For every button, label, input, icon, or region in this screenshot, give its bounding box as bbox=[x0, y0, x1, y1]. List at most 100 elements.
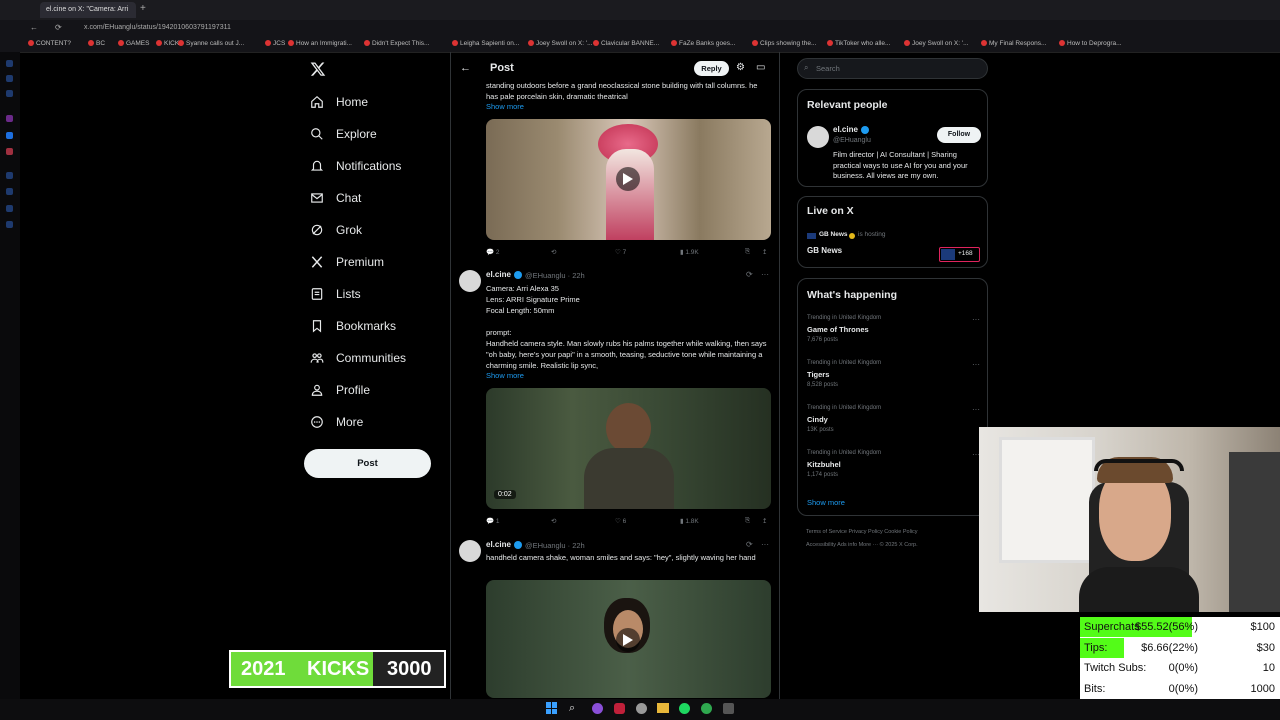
nav-item-lists[interactable]: Lists bbox=[310, 282, 361, 306]
back-icon[interactable]: ← bbox=[30, 23, 38, 32]
nav-item-notifications[interactable]: Notifications bbox=[310, 154, 401, 178]
footer-links[interactable]: Terms of Service Privacy Policy Cookie P… bbox=[806, 529, 918, 535]
post-button[interactable]: Post bbox=[304, 449, 431, 478]
like-icon[interactable]: ♡ 7 bbox=[615, 248, 626, 256]
like-icon[interactable]: ♡ 6 bbox=[615, 517, 626, 525]
bookmark-item[interactable]: Syanne calls out J... bbox=[178, 40, 244, 47]
repost-icon[interactable]: ⟲ bbox=[551, 248, 556, 256]
search-input[interactable]: Search bbox=[797, 58, 988, 79]
sidebar-icon[interactable] bbox=[6, 60, 13, 67]
app-icon[interactable] bbox=[636, 703, 647, 714]
share-icon[interactable]: ↥ bbox=[762, 517, 767, 525]
bookmark-icon[interactable]: ⎘ bbox=[745, 248, 750, 256]
trend-name[interactable]: Kitzbuhel bbox=[807, 460, 841, 469]
nav-item-chat[interactable]: Chat bbox=[310, 186, 361, 210]
nav-item-profile[interactable]: Profile bbox=[310, 378, 370, 402]
live-host[interactable]: GB News bbox=[819, 231, 848, 238]
sliders-icon[interactable]: ⚙ bbox=[736, 62, 745, 73]
sidebar-icon[interactable] bbox=[6, 221, 13, 228]
sidebar-icon[interactable] bbox=[6, 115, 13, 122]
bookmark-item[interactable]: Leigha Sapienti on... bbox=[452, 40, 519, 47]
trend-name[interactable]: Game of Thrones bbox=[807, 325, 869, 334]
xbox-icon[interactable] bbox=[701, 703, 712, 714]
play-icon[interactable] bbox=[616, 167, 640, 191]
bookmark-item[interactable]: TikToker who alle... bbox=[827, 40, 890, 47]
app-icon[interactable] bbox=[592, 703, 603, 714]
bookmark-icon[interactable]: ⎘ bbox=[745, 517, 750, 525]
show-more-link[interactable]: Show more bbox=[807, 498, 845, 507]
more-icon[interactable]: ··· bbox=[972, 360, 980, 369]
bookmark-item[interactable]: How an Immigrati... bbox=[288, 40, 352, 47]
bookmark-item[interactable]: Didn't Expect This... bbox=[364, 40, 429, 47]
user-handle[interactable]: @EHuanglu · 22h bbox=[525, 271, 585, 280]
nav-item-bookmarks[interactable]: Bookmarks bbox=[310, 314, 396, 338]
share-icon[interactable]: ↥ bbox=[762, 248, 767, 256]
bookmark-item[interactable]: GAMES bbox=[118, 40, 149, 47]
avatar[interactable] bbox=[807, 126, 829, 148]
show-more-link[interactable]: Show more bbox=[486, 102, 524, 111]
bookmark-item[interactable]: KICK bbox=[156, 40, 179, 47]
user-name[interactable]: el.cine bbox=[486, 270, 511, 279]
search-icon[interactable]: ⌕ bbox=[569, 702, 575, 715]
bookmark-item[interactable]: Joey Swoll on X: '... bbox=[528, 40, 593, 47]
browser-tab[interactable]: el.cine on X: "Camera: Arri bbox=[40, 2, 136, 18]
app-icon[interactable] bbox=[723, 703, 734, 714]
sidebar-icon[interactable] bbox=[6, 90, 13, 97]
bookmark-item[interactable]: FaZe Banks goes... bbox=[671, 40, 735, 47]
bookmark-item[interactable]: CONTENT? bbox=[28, 40, 71, 47]
user-name[interactable]: el.cine bbox=[486, 540, 511, 549]
more-icon[interactable]: ··· bbox=[972, 315, 980, 324]
nav-item-communities[interactable]: Communities bbox=[310, 346, 406, 370]
bookmark-item[interactable]: Joey Swoll on X: '... bbox=[904, 40, 969, 47]
folder-icon[interactable] bbox=[657, 703, 669, 713]
grok-icon[interactable]: ⟳ bbox=[746, 270, 753, 279]
nav-item-explore[interactable]: Explore bbox=[310, 122, 377, 146]
sidebar-icon[interactable] bbox=[6, 172, 13, 179]
x-logo-icon[interactable] bbox=[310, 61, 326, 77]
follow-button[interactable]: Follow bbox=[937, 127, 981, 143]
tweet-video[interactable] bbox=[486, 119, 771, 240]
views-icon[interactable]: ▮ 1.9K bbox=[680, 248, 699, 256]
tweet-video[interactable] bbox=[486, 580, 771, 698]
nav-item-more[interactable]: More bbox=[310, 410, 363, 434]
sidebar-icon[interactable] bbox=[6, 205, 13, 212]
bookmark-item[interactable]: JCS bbox=[265, 40, 285, 47]
reload-icon[interactable]: ⟳ bbox=[55, 23, 62, 32]
sidebar-icon[interactable] bbox=[6, 148, 13, 155]
reply-button[interactable]: Reply bbox=[694, 61, 729, 76]
show-more-link[interactable]: Show more bbox=[486, 371, 524, 380]
new-tab-icon[interactable]: + bbox=[140, 3, 146, 14]
bookmark-item[interactable]: My Final Respons... bbox=[981, 40, 1046, 47]
user-handle[interactable]: @EHuanglu bbox=[833, 137, 871, 144]
bookmark-item[interactable]: Clips showing the... bbox=[752, 40, 816, 47]
grok-icon[interactable]: ⟳ bbox=[746, 540, 753, 549]
avatar[interactable] bbox=[459, 540, 481, 562]
start-icon[interactable] bbox=[546, 702, 558, 714]
sidebar-icon[interactable] bbox=[6, 75, 13, 82]
back-arrow-icon[interactable]: ← bbox=[460, 62, 471, 74]
reply-icon[interactable]: 💬 2 bbox=[486, 248, 500, 256]
user-handle[interactable]: @EHuanglu · 22h bbox=[525, 541, 585, 550]
nav-item-grok[interactable]: Grok bbox=[310, 218, 362, 242]
bookmark-item[interactable]: BC bbox=[88, 40, 105, 47]
repost-icon[interactable]: ⟲ bbox=[551, 517, 556, 525]
user-name[interactable]: el.cine bbox=[833, 125, 858, 134]
bookmark-item[interactable]: How to Deprogra... bbox=[1059, 40, 1122, 47]
live-title[interactable]: GB News bbox=[807, 246, 842, 255]
sidebar-icon[interactable] bbox=[6, 188, 13, 195]
url-text[interactable]: x.com/EHuanglu/status/194201060379119731… bbox=[84, 24, 231, 31]
bookmark-item[interactable]: Clavicular BANNE... bbox=[593, 40, 659, 47]
listeners-badge[interactable]: +168 bbox=[939, 247, 980, 262]
more-icon[interactable]: ··· bbox=[761, 540, 769, 549]
spotify-icon[interactable] bbox=[679, 703, 690, 714]
play-icon[interactable] bbox=[616, 628, 640, 652]
views-icon[interactable]: ▮ 1.8K bbox=[680, 517, 699, 525]
nav-item-premium[interactable]: Premium bbox=[310, 250, 384, 274]
nav-item-home[interactable]: Home bbox=[310, 90, 368, 114]
tweet-video[interactable]: 0:02 bbox=[486, 388, 771, 509]
trend-name[interactable]: Tigers bbox=[807, 370, 829, 379]
app-icon[interactable] bbox=[614, 703, 625, 714]
footer-links[interactable]: Accessibility Ads info More ··· © 2025 X… bbox=[806, 542, 918, 548]
reply-icon[interactable]: 💬 1 bbox=[486, 517, 500, 525]
trend-name[interactable]: Cindy bbox=[807, 415, 828, 424]
